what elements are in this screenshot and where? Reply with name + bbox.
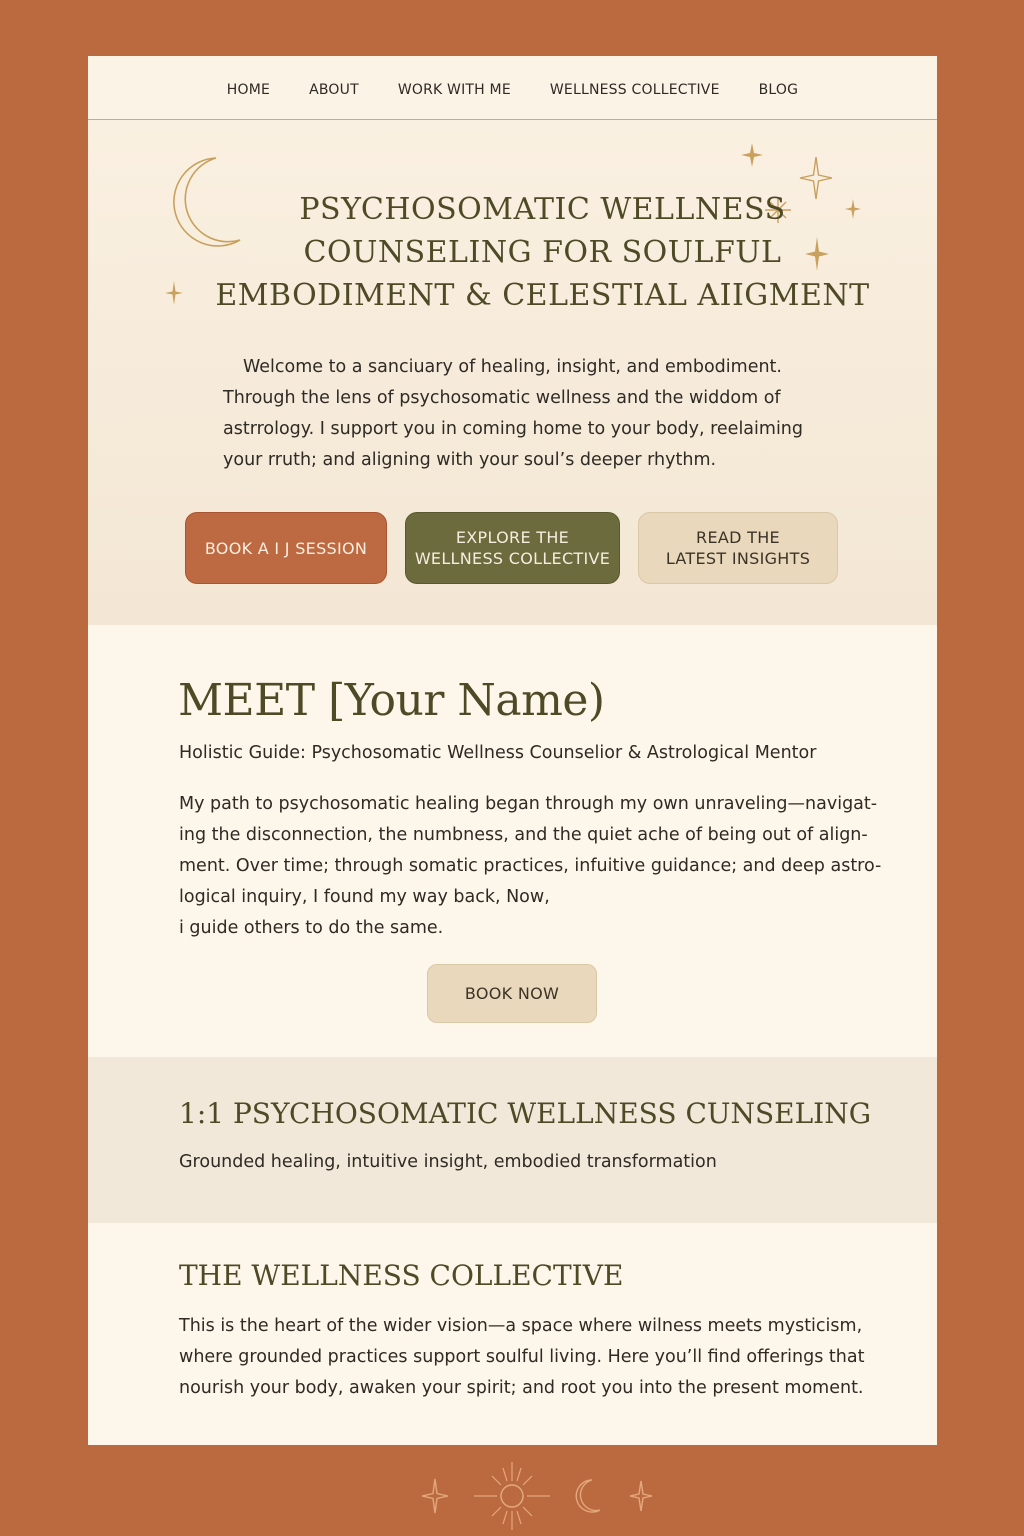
top-nav: HOME ABOUT WORK WITH ME WELLNESS COLLECT… xyxy=(88,56,937,120)
page-container: HOME ABOUT WORK WITH ME WELLNESS COLLECT… xyxy=(88,56,937,1445)
meet-section: MEET [Your Name) Holistic Guide: Psychos… xyxy=(88,625,937,1057)
explore-collective-button[interactable]: EXPLORE THE WELLNESS COLLECTIVE xyxy=(405,512,620,584)
hero-title-line: EMBODIMENT & CELESTIAL AIIGMENT xyxy=(215,278,870,313)
meet-heading: MEET [Your Name) xyxy=(178,675,605,726)
nav-work-with-me[interactable]: WORK WITH ME xyxy=(398,82,511,98)
sparkle-star-icon xyxy=(421,1478,449,1514)
bio-line: i guide others to do the same. xyxy=(179,918,444,938)
sparkle-star-icon xyxy=(629,1480,653,1512)
collective-line: where grounded practices support soulful… xyxy=(179,1347,865,1367)
sparkle-star-icon xyxy=(741,143,763,167)
nav-wellness-collective[interactable]: WELLNESS COLLECTIVE xyxy=(550,82,720,98)
hero-section: PSYCHOSOMATIC WELLNESS COUNSELING FOR SO… xyxy=(88,120,937,625)
counseling-section: 1:1 PSYCHOSOMATIC WELLNESS CUNSELING Gro… xyxy=(88,1057,937,1223)
button-label-line: WELLNESS COLLECTIVE xyxy=(414,549,611,568)
collective-body: This is the heart of the wider vision—a … xyxy=(179,1311,865,1404)
meet-role: Holistic Guide: Psychosomatic Wellness C… xyxy=(179,743,817,763)
hero-title-line: COUNSELING FOR SOULFUL xyxy=(303,235,782,270)
nav-about[interactable]: ABOUT xyxy=(309,82,359,98)
button-label-line: READ THE xyxy=(696,528,780,547)
read-insights-button[interactable]: READ THE LATEST INSIGHTS xyxy=(638,512,838,584)
button-label-line: LATEST INSIGHTS xyxy=(665,549,811,568)
meet-bio: My path to psychosomatic healing began t… xyxy=(179,789,882,944)
book-session-button[interactable]: BOOK A I J SESSION xyxy=(185,512,387,584)
book-now-button[interactable]: BOOK NOW xyxy=(427,964,597,1023)
bio-line: ment. Over time; through somatic practic… xyxy=(179,856,882,876)
hero-title: PSYCHOSOMATIC WELLNESS COUNSELING FOR SO… xyxy=(88,188,937,317)
collective-line: This is the heart of the wider vision—a … xyxy=(179,1316,863,1336)
hero-title-line: PSYCHOSOMATIC WELLNESS xyxy=(299,192,786,227)
nav-blog[interactable]: BLOG xyxy=(759,82,799,98)
hero-buttons: BOOK A I J SESSION EXPLORE THE WELLNESS … xyxy=(185,512,838,584)
hero-intro: Welcome to a sanciuary of healing, insig… xyxy=(223,357,804,470)
bio-line: ing the disconnection, the numbness, and… xyxy=(179,825,868,845)
bio-line: logical inquiry, I found my way back, No… xyxy=(179,887,550,907)
crescent-moon-icon xyxy=(575,1479,601,1513)
collective-heading: THE WELLNESS COLLECTIVE xyxy=(179,1259,624,1292)
button-label-line: EXPLORE THE xyxy=(455,528,570,547)
collective-section: THE WELLNESS COLLECTIVE This is the hear… xyxy=(88,1223,937,1445)
sun-icon xyxy=(474,1462,550,1530)
bio-line: My path to psychosomatic healing began t… xyxy=(179,794,878,814)
counseling-heading: 1:1 PSYCHOSOMATIC WELLNESS CUNSELING xyxy=(179,1097,872,1130)
collective-line: nourish your body, awaken your spirit; a… xyxy=(179,1378,864,1398)
counseling-subtitle: Grounded healing, intuitive insight, emb… xyxy=(179,1152,717,1172)
nav-home[interactable]: HOME xyxy=(227,82,270,98)
